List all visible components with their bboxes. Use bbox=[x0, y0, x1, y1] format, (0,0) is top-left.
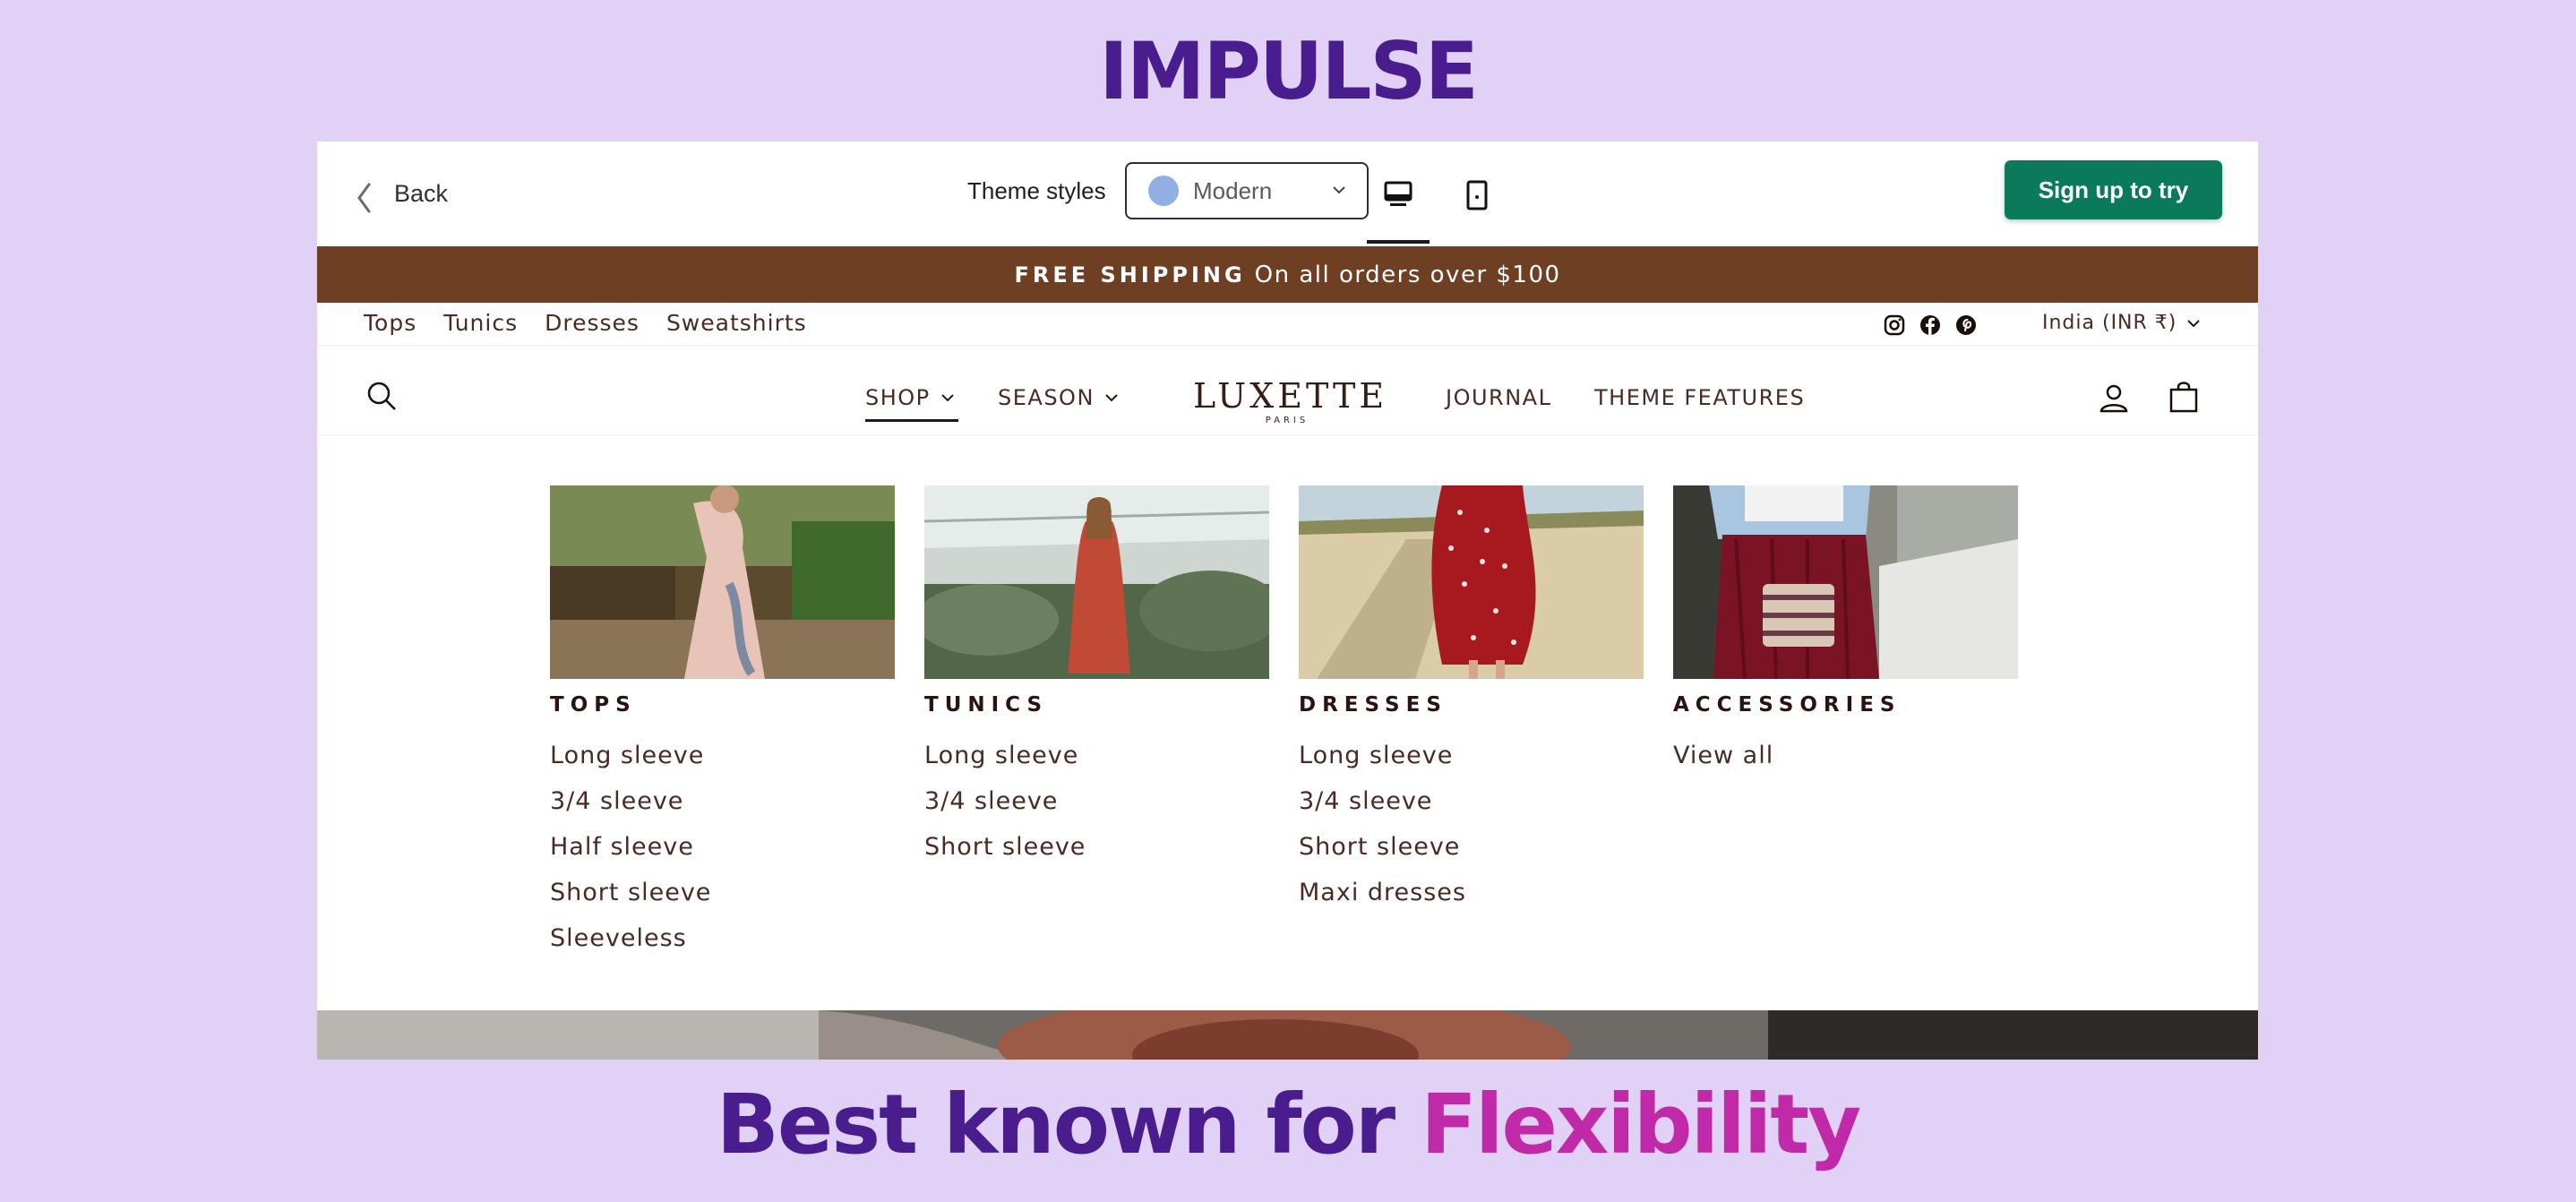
chevron-down-icon bbox=[1105, 394, 1118, 402]
cart-bag-icon[interactable] bbox=[2168, 380, 2200, 414]
store-logo[interactable]: LUXETTE PARIS bbox=[1193, 376, 1388, 425]
mega-link[interactable]: Short sleeve bbox=[924, 824, 1269, 870]
facebook-icon[interactable] bbox=[1919, 313, 1942, 337]
theme-styles-label: Theme styles bbox=[967, 177, 1106, 204]
utility-link-tops[interactable]: Tops bbox=[364, 310, 416, 336]
shop-mega-menu: TOPS Long sleeve 3/4 sleeve Half sleeve … bbox=[317, 437, 2258, 1010]
chevron-left-icon bbox=[357, 183, 371, 213]
mega-link[interactable]: Sleeveless bbox=[550, 915, 895, 961]
mega-title-accessories[interactable]: ACCESSORIES bbox=[1673, 693, 2018, 717]
theme-color-swatch bbox=[1148, 176, 1179, 206]
logo-subtitle: PARIS bbox=[1265, 416, 1309, 425]
announcement-bar: FREE SHIPPING On all orders over $100 bbox=[317, 246, 2258, 303]
tops-image[interactable] bbox=[550, 485, 895, 679]
logo-wordmark: LUXETTE bbox=[1193, 376, 1388, 416]
theme-preview-window: Back Theme styles Modern Sign up to try … bbox=[317, 142, 2258, 1060]
theme-style-select[interactable]: Modern bbox=[1125, 162, 1369, 219]
nav-shop[interactable]: SHOP bbox=[865, 385, 956, 410]
hero-image-peek bbox=[317, 1010, 2258, 1060]
mega-column-dresses: DRESSES Long sleeve 3/4 sleeve Short sle… bbox=[1299, 485, 1644, 915]
back-button[interactable]: Back bbox=[355, 172, 448, 215]
mega-link[interactable]: 3/4 sleeve bbox=[924, 778, 1269, 824]
mega-link[interactable]: Short sleeve bbox=[550, 870, 895, 915]
mobile-icon[interactable] bbox=[1462, 179, 1492, 211]
currency-label: India (INR ₹) bbox=[2042, 312, 2177, 334]
nav-journal[interactable]: JOURNAL bbox=[1446, 385, 1551, 410]
utility-link-sweatshirts[interactable]: Sweatshirts bbox=[666, 310, 807, 336]
utility-link-tunics[interactable]: Tunics bbox=[443, 310, 518, 336]
announcement-text: On all orders over $100 bbox=[1254, 261, 1561, 288]
dresses-image[interactable] bbox=[1299, 485, 1644, 679]
instagram-icon[interactable] bbox=[1883, 313, 1906, 337]
mega-link[interactable]: View all bbox=[1673, 733, 2018, 778]
theme-select-value: Modern bbox=[1193, 176, 1273, 204]
active-device-indicator bbox=[1367, 240, 1430, 244]
account-icon[interactable] bbox=[2098, 382, 2130, 414]
nav-season-label: SEASON bbox=[998, 385, 1095, 410]
tagline-lead: Best known for bbox=[716, 1077, 1421, 1172]
main-header: SHOP SEASON LUXETTE PARIS JOURNAL THEME … bbox=[317, 346, 2258, 435]
nav-shop-label: SHOP bbox=[865, 385, 931, 410]
mega-link[interactable]: Long sleeve bbox=[550, 733, 895, 778]
sign-up-button[interactable]: Sign up to try bbox=[2005, 160, 2222, 219]
preview-toolbar: Back Theme styles Modern Sign up to try bbox=[317, 142, 2258, 246]
utility-link-dresses[interactable]: Dresses bbox=[545, 310, 640, 336]
mega-column-tops: TOPS Long sleeve 3/4 sleeve Half sleeve … bbox=[550, 485, 895, 961]
chevron-down-icon bbox=[2187, 319, 2201, 327]
utility-nav: Tops Tunics Dresses Sweatshirts India (I… bbox=[317, 303, 2258, 346]
mega-title-tops[interactable]: TOPS bbox=[550, 693, 895, 717]
mega-link[interactable]: Long sleeve bbox=[924, 733, 1269, 778]
page-title: IMPULSE bbox=[1099, 25, 1479, 117]
pinterest-icon[interactable] bbox=[1954, 313, 1978, 337]
mega-title-tunics[interactable]: TUNICS bbox=[924, 693, 1269, 717]
nav-season[interactable]: SEASON bbox=[998, 385, 1120, 410]
mega-link[interactable]: Short sleeve bbox=[1299, 824, 1644, 870]
mega-link[interactable]: Maxi dresses bbox=[1299, 870, 1644, 915]
mega-column-accessories: ACCESSORIES View all bbox=[1673, 485, 2018, 778]
mega-link[interactable]: 3/4 sleeve bbox=[1299, 778, 1644, 824]
tagline: Best known for Flexibility bbox=[0, 1071, 2576, 1179]
accessories-image[interactable] bbox=[1673, 485, 2018, 679]
search-icon[interactable] bbox=[365, 380, 398, 412]
active-nav-underline bbox=[865, 419, 958, 422]
mega-link[interactable]: 3/4 sleeve bbox=[550, 778, 895, 824]
tunics-image[interactable] bbox=[924, 485, 1269, 679]
nav-theme-features[interactable]: THEME FEATURES bbox=[1594, 385, 1805, 410]
mega-title-dresses[interactable]: DRESSES bbox=[1299, 693, 1644, 717]
desktop-icon[interactable] bbox=[1383, 179, 1413, 210]
tagline-accent: Flexibility bbox=[1421, 1077, 1861, 1172]
chevron-down-icon bbox=[940, 394, 954, 402]
announcement-strong: FREE SHIPPING bbox=[1014, 262, 1246, 288]
mega-link[interactable]: Long sleeve bbox=[1299, 733, 1644, 778]
chevron-down-icon bbox=[1333, 186, 1345, 194]
back-label: Back bbox=[394, 179, 449, 207]
currency-selector[interactable]: India (INR ₹) bbox=[2042, 312, 2202, 334]
mega-column-tunics: TUNICS Long sleeve 3/4 sleeve Short slee… bbox=[924, 485, 1269, 870]
mega-link[interactable]: Half sleeve bbox=[550, 824, 895, 870]
